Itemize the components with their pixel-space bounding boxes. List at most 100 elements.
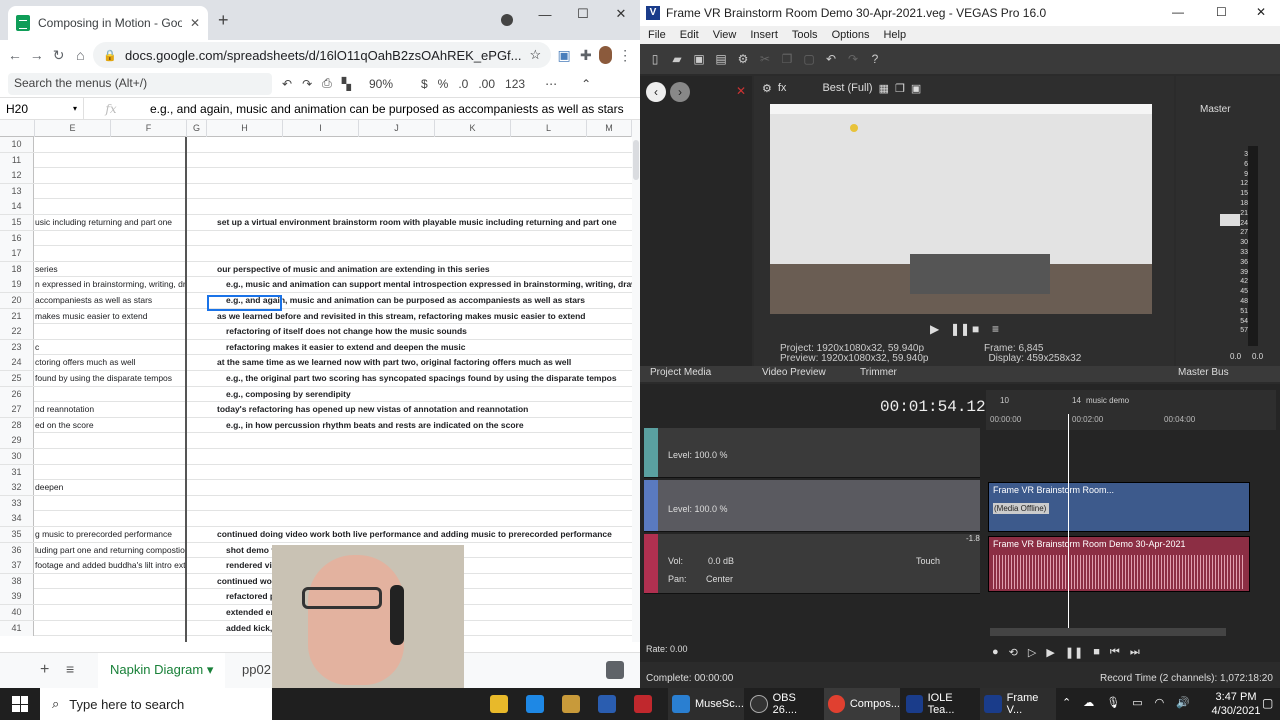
hand-pin-icon[interactable] <box>598 695 616 713</box>
column-header-g[interactable]: G <box>187 120 207 137</box>
record-icon[interactable]: ● <box>992 646 999 659</box>
master-fader[interactable] <box>1220 214 1240 226</box>
puzzle-icon[interactable]: ✚ <box>577 47 595 64</box>
frozen-divider[interactable] <box>185 137 187 642</box>
taskbar-vegas[interactable]: Frame V... <box>980 688 1056 720</box>
cell-h[interactable]: at the same time as we learned now with … <box>217 355 632 370</box>
row-number[interactable]: 39 <box>0 589 34 605</box>
tab-trimmer[interactable]: Trimmer <box>860 367 897 378</box>
cell-e[interactable]: usic including returning and part one <box>35 215 185 230</box>
column-header-l[interactable]: L <box>511 120 587 137</box>
undo-vegas-icon[interactable]: ↶ <box>824 52 838 66</box>
cell-e[interactable]: ed on the score <box>35 418 185 433</box>
vegas-minimize-icon[interactable]: — <box>1172 5 1184 19</box>
extension-icon[interactable]: ▣ <box>555 47 573 64</box>
vertical-scrollbar[interactable] <box>632 120 640 642</box>
save-as-icon[interactable]: ▤ <box>714 52 728 66</box>
selected-cell[interactable] <box>207 295 282 311</box>
close-tab-icon[interactable]: ✕ <box>190 16 200 30</box>
cell-e[interactable]: c <box>35 340 185 355</box>
row-number[interactable]: 32 <box>0 480 34 496</box>
menu-edit[interactable]: Edit <box>680 29 699 41</box>
taskbar-clock[interactable]: 3:47 PM 4/30/2021 <box>1206 690 1266 718</box>
toolbar-overflow-icon[interactable]: ⋯ <box>545 77 557 91</box>
row-number[interactable]: 10 <box>0 137 34 152</box>
browser-tab[interactable]: Composing in Motion - Google S ✕ <box>8 6 208 40</box>
cell-h[interactable]: e.g., composing by serendipity <box>226 387 632 402</box>
row-number[interactable]: 17 <box>0 246 34 262</box>
notifications-icon[interactable]: ▢ <box>1262 696 1273 710</box>
row-number[interactable]: 11 <box>0 152 34 168</box>
undo-icon[interactable]: ↶ <box>282 77 292 91</box>
paint-format-icon[interactable]: ▚ <box>342 77 351 91</box>
marker-10[interactable]: 10 <box>1000 396 1009 405</box>
more-formats-button[interactable]: 123 <box>505 77 525 91</box>
row-number[interactable]: 25 <box>0 371 34 386</box>
tab-video-preview[interactable]: Video Preview <box>762 367 826 378</box>
menu-options[interactable]: Options <box>832 29 870 41</box>
preview-stop-icon[interactable]: ■ <box>972 322 979 336</box>
taskbar-musescore[interactable]: MuseSc... <box>668 688 744 720</box>
home-icon[interactable]: ⌂ <box>71 47 89 63</box>
open-icon[interactable]: ▰ <box>670 52 684 66</box>
cell-e[interactable]: footage and added buddha's lilt intro ex… <box>35 558 185 573</box>
taskbar-iole[interactable]: IOLE Tea... <box>902 688 978 720</box>
explore-icon[interactable] <box>606 661 624 679</box>
pause-icon[interactable]: ❚❚ <box>1065 646 1083 659</box>
nav-back-icon[interactable]: ‹ <box>646 82 666 102</box>
reload-icon[interactable]: ↻ <box>50 47 68 64</box>
cell-e[interactable]: nd reannotation <box>35 402 185 417</box>
column-header-e[interactable]: E <box>35 120 111 137</box>
collapse-toolbar-icon[interactable]: ⌃ <box>581 77 591 91</box>
overlay-grid-icon[interactable]: ▦ <box>879 82 889 95</box>
volume-icon[interactable]: 🔊 <box>1176 696 1190 709</box>
minimize-icon[interactable]: — <box>526 0 564 28</box>
cell-h[interactable]: refactoring of itself does not change ho… <box>226 324 632 339</box>
column-header-m[interactable]: M <box>587 120 632 137</box>
redo-vegas-icon[interactable]: ↷ <box>846 52 860 66</box>
mic-icon[interactable]: 🎙 <box>1106 696 1120 709</box>
row-number[interactable]: 15 <box>0 215 34 230</box>
row-number[interactable]: 22 <box>0 324 34 340</box>
menu-view[interactable]: View <box>713 29 737 41</box>
go-end-icon[interactable]: ⏭ <box>1130 646 1140 659</box>
taskbar-search[interactable]: ⌕ Type here to search <box>40 688 272 720</box>
cell-e[interactable]: g music to prerecorded performance <box>35 527 185 542</box>
percent-button[interactable]: % <box>438 77 449 91</box>
cell-e[interactable]: accompaniests as well as stars <box>35 293 185 308</box>
copy-snapshot-icon[interactable]: ❐ <box>895 82 905 95</box>
track-2-level[interactable]: Level: 100.0 % <box>668 504 728 514</box>
column-header-j[interactable]: J <box>359 120 435 137</box>
new-tab-button[interactable]: + <box>218 10 229 31</box>
row-number[interactable]: 13 <box>0 183 34 199</box>
audio-pan-value[interactable]: Center <box>706 574 733 584</box>
playhead[interactable] <box>1068 414 1069 628</box>
whats-this-icon[interactable]: ? <box>868 52 882 66</box>
preview-play-icon[interactable]: ▶ <box>930 322 939 336</box>
video-track-2[interactable]: Level: 100.0 % <box>644 480 980 532</box>
column-header-i[interactable]: I <box>283 120 359 137</box>
currency-button[interactable]: $ <box>421 77 428 91</box>
profile-avatar[interactable] <box>598 46 613 64</box>
row-number[interactable]: 34 <box>0 511 34 527</box>
maximize-icon[interactable]: ☐ <box>564 0 602 28</box>
more-menu-icon[interactable]: ⋮ <box>616 47 634 64</box>
cell-h[interactable]: set up a virtual environment brainstorm … <box>217 215 632 230</box>
preview-fx-icon[interactable]: fx <box>778 82 787 94</box>
play-from-start-icon[interactable]: ▷ <box>1028 646 1036 659</box>
tab-search-icon[interactable] <box>501 14 513 26</box>
row-number[interactable]: 23 <box>0 339 34 355</box>
bookmark-star-icon[interactable]: ☆ <box>530 47 542 63</box>
all-sheets-icon[interactable]: ≡ <box>66 661 74 677</box>
corner-cell[interactable] <box>0 120 35 137</box>
tab-master-bus[interactable]: Master Bus <box>1178 367 1229 378</box>
row-number[interactable]: 21 <box>0 308 34 324</box>
cell-e[interactable]: n expressed in brainstorming, writing, d… <box>35 277 185 292</box>
cell-e[interactable]: ctoring offers much as well <box>35 355 185 370</box>
app-pin-icon[interactable] <box>634 695 652 713</box>
video-track-1[interactable]: Level: 100.0 % <box>644 428 980 478</box>
cell-h[interactable]: refactoring makes it easier to extend an… <box>226 340 632 355</box>
add-sheet-icon[interactable]: + <box>40 661 49 679</box>
row-number[interactable]: 12 <box>0 168 34 184</box>
row-number[interactable]: 19 <box>0 277 34 293</box>
